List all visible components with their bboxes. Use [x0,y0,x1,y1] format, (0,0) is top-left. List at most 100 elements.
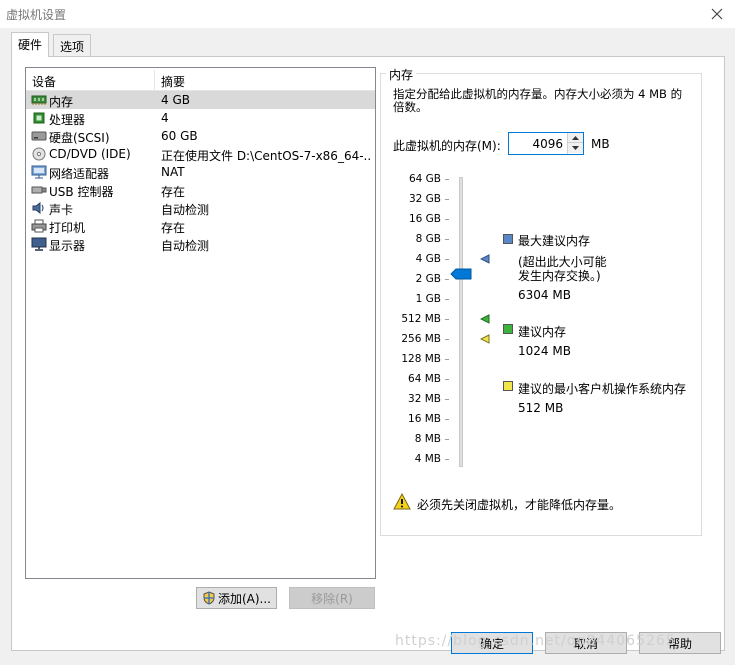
chevron-up-icon [572,135,579,140]
title-bar: 虚拟机设置 [0,0,735,28]
scale-tick [445,399,449,400]
device-row-display[interactable]: 显示器 自动检测 [26,235,375,253]
device-row-printer[interactable]: 打印机 存在 [26,217,375,235]
device-summary: 60 GB [161,129,198,143]
scale-tick [445,259,449,260]
spin-up-button[interactable] [568,133,583,143]
device-summary: 自动检测 [161,203,210,217]
add-button-label: 添加(A)... [217,591,272,606]
memory-slider-thumb[interactable] [450,268,472,280]
scale-tick [445,339,449,340]
device-name: 显示器 [49,239,86,253]
scale-label: 128 MB [401,353,441,365]
device-row-hard-disk[interactable]: 硬盘(SCSI) 60 GB [26,127,375,145]
memory-unit: MB [591,137,610,151]
window-title: 虚拟机设置 [6,8,67,22]
min-legend-swatch [503,381,513,391]
usb-icon [31,186,47,194]
device-summary: 存在 [161,221,186,235]
device-row-processor[interactable]: 处理器 4 [26,109,375,127]
device-summary: 存在 [161,185,186,199]
device-summary: 正在使用文件 D:\CentOS-7-x86_64-... [161,149,371,163]
memory-group-title: 内存 [386,66,417,83]
remove-button-label: 移除(R) [311,591,353,606]
warning-text: 必须先关闭虚拟机，才能降低内存量。 [417,498,622,512]
close-icon [711,8,723,20]
device-name: 声卡 [49,203,74,217]
device-name: 处理器 [49,113,86,127]
column-header-device[interactable]: 设备 [32,73,56,90]
scale-label: 64 GB [408,173,441,185]
max-recommended-marker [480,254,490,264]
tab-options[interactable]: 选项 [53,34,92,56]
device-summary: 自动检测 [161,239,210,253]
device-name: 硬盘(SCSI) [49,131,110,145]
hard-disk-icon [31,131,47,141]
device-name: USB 控制器 [49,185,114,199]
scale-label: 32 GB [408,193,441,205]
scale-tick [445,419,449,420]
scale-label: 8 MB [414,433,441,445]
scale-tick [445,179,449,180]
device-summary: NAT [161,165,185,179]
device-row-network-adapter[interactable]: 网络适配器 NAT [26,163,375,181]
remove-button[interactable]: 移除(R) [289,587,375,609]
spin-down-button[interactable] [568,143,583,153]
tab-options-label: 选项 [60,40,85,54]
printer-icon [31,219,47,233]
sound-card-icon [32,202,44,214]
add-button[interactable]: 添加(A)... [196,587,277,609]
watermark: https://blog.csdn.net/qq844065265 [395,633,676,649]
memory-label: 此虚拟机的内存(M): [393,139,501,153]
rec-legend-value: 1024 MB [518,344,571,358]
scale-label: 512 MB [401,313,441,325]
tab-hardware-label: 硬件 [18,38,43,52]
scale-label: 64 MB [408,373,441,385]
memory-spinbox[interactable]: 4096 [508,132,584,155]
max-legend-title: 最大建议内存 [518,234,591,248]
scale-tick [445,319,449,320]
max-legend-value: 6304 MB [518,288,571,302]
scale-label: 16 GB [408,213,441,225]
close-button[interactable] [705,3,729,25]
scale-label: 4 MB [414,453,441,465]
scale-label: 2 GB [415,273,441,285]
scale-label: 4 GB [415,253,441,265]
scale-tick [445,299,449,300]
scale-tick [445,279,449,280]
memory-description: 指定分配给此虚拟机的内存量。内存大小必须为 4 MB 的倍数。 [393,87,683,114]
display-icon [31,237,47,251]
device-row-usb[interactable]: USB 控制器 存在 [26,181,375,199]
list-header: 设备 摘要 [26,68,375,91]
scale-label: 1 GB [415,293,441,305]
scale-tick [445,459,449,460]
device-name: 打印机 [49,221,86,235]
rec-legend-title: 建议内存 [518,325,567,339]
device-row-cd-dvd[interactable]: CD/DVD (IDE) 正在使用文件 D:\CentOS-7-x86_64-.… [26,145,375,163]
memory-group: 内存 指定分配给此虚拟机的内存量。内存大小必须为 4 MB 的倍数。 此虚拟机的… [380,66,702,536]
device-name: CD/DVD (IDE) [49,147,131,161]
scale-label: 16 MB [408,413,441,425]
tab-hardware[interactable]: 硬件 [11,32,50,57]
scale-label: 8 GB [415,233,441,245]
chevron-down-icon [572,146,579,150]
column-header-summary[interactable]: 摘要 [161,73,185,90]
device-summary: 4 [161,111,169,125]
network-adapter-icon [31,165,47,179]
memory-value-input[interactable]: 4096 [532,137,563,151]
min-legend-value: 512 MB [518,401,564,415]
device-name: 内存 [49,95,74,109]
max-legend-note-2: 发生内存交换。) [518,269,601,283]
scale-label: 256 MB [401,333,441,345]
dialog-body: 硬件 选项 设备 摘要 内存 4 GB 处理器 4 硬盘(SCSI) 60 GB… [0,28,735,665]
device-row-sound-card[interactable]: 声卡 自动检测 [26,199,375,217]
device-list[interactable]: 设备 摘要 内存 4 GB 处理器 4 硬盘(SCSI) 60 GB CD/DV… [25,67,376,579]
cd-dvd-icon [32,147,46,161]
device-name: 网络适配器 [49,167,110,181]
memory-slider-track[interactable] [459,177,463,467]
rec-legend-swatch [503,324,513,334]
hardware-panel: 设备 摘要 内存 4 GB 处理器 4 硬盘(SCSI) 60 GB CD/DV… [11,56,725,651]
device-row-memory[interactable]: 内存 4 GB [26,91,375,109]
memory-icon [31,95,47,105]
scale-tick [445,359,449,360]
